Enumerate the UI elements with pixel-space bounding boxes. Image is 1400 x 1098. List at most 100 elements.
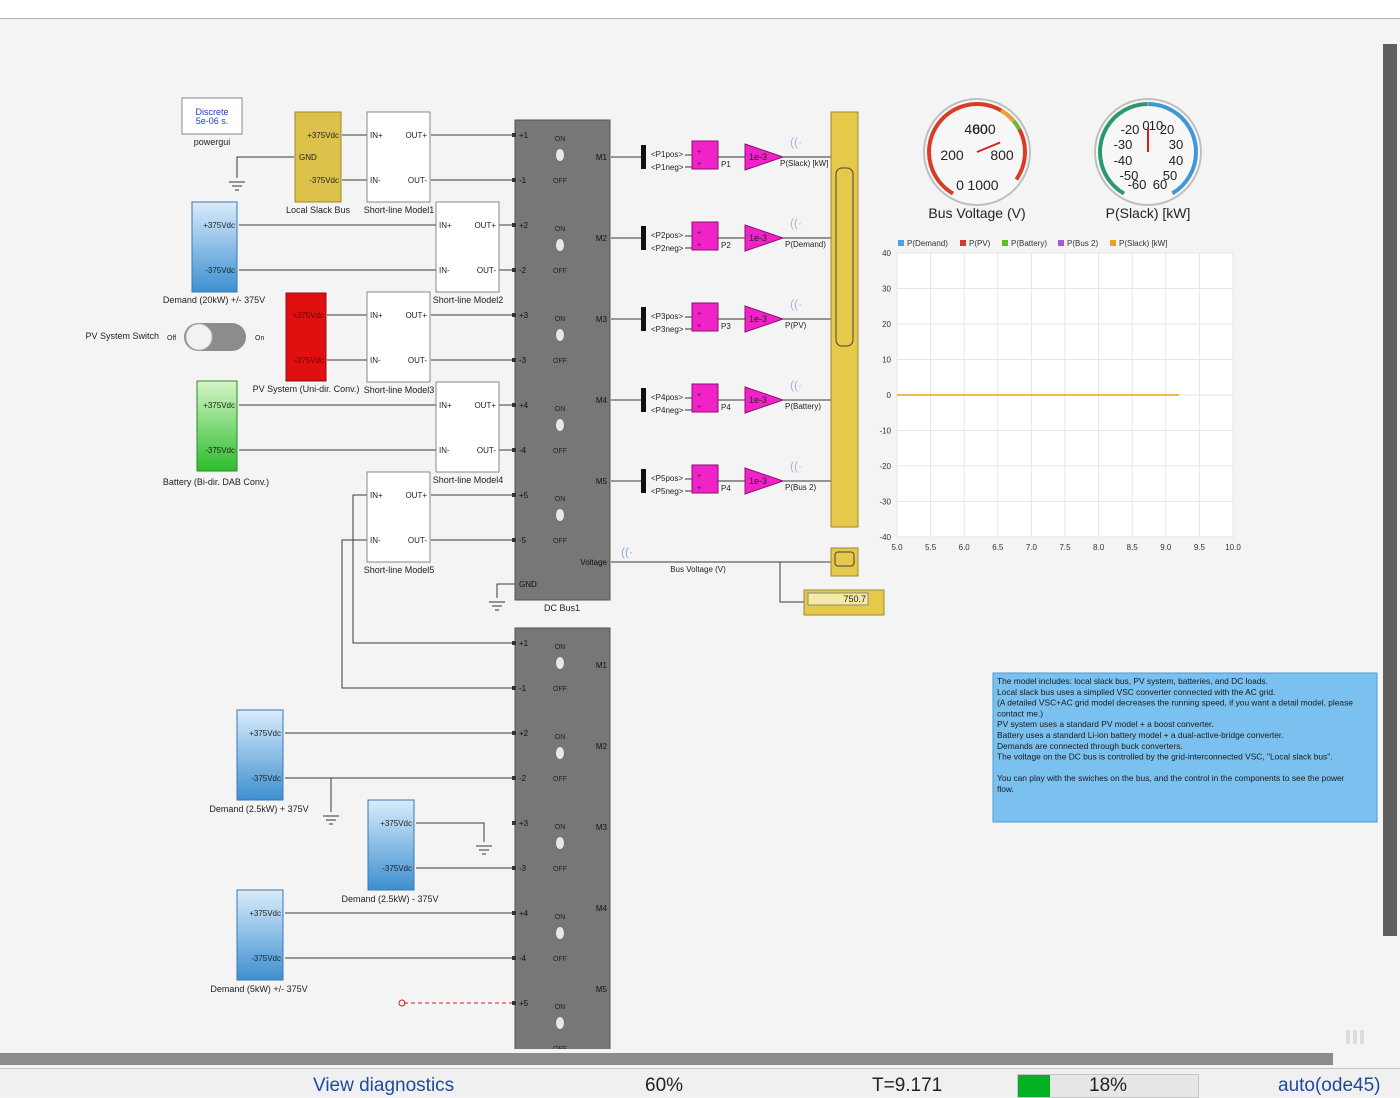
view-diagnostics-link[interactable]: View diagnostics xyxy=(313,1075,454,1097)
gauge-tick: -60 xyxy=(1128,177,1147,192)
p-slack-gauge[interactable]: -20 0 10 20 -30 30 -40 40 -50 50 -60 60 … xyxy=(1082,86,1213,221)
x-tick-label: 9.0 xyxy=(1160,543,1172,552)
switch-off-label: OFF xyxy=(553,776,567,783)
model-description-note[interactable]: The model includes: local slack bus, PV … xyxy=(992,672,1378,823)
bus-voltage-gauge[interactable]: 400 600 200 800 0 1000 Bus Voltage (V) xyxy=(909,84,1044,221)
bus-output-label: M4 xyxy=(596,396,608,405)
bus-voltage-scope-block[interactable] xyxy=(830,547,859,577)
x-tick-label: 7.5 xyxy=(1059,543,1071,552)
x-tick-label: 10.0 xyxy=(1225,543,1241,552)
signal-label: P(Slack) [kW] xyxy=(780,159,828,168)
x-tick-label: 6.0 xyxy=(959,543,971,552)
short-line-models: IN+ IN- OUT+ OUT- Short-line Model1 IN+ IN- OUT… xyxy=(364,111,504,575)
switch-on-label: ON xyxy=(555,136,566,143)
ground-symbol xyxy=(323,815,339,825)
demand-5kw-block[interactable]: +375Vdc -375Vdc Demand (5kW) +/- 375V xyxy=(210,889,308,994)
port-marker xyxy=(512,821,516,825)
switch-off-label: Off xyxy=(167,335,176,342)
vertical-scrollbar-thumb[interactable] xyxy=(1383,44,1397,936)
short-line-model-block[interactable]: IN+ IN- OUT+ OUT- Short-line Model1 xyxy=(364,111,435,215)
switch-off-label: OFF xyxy=(553,956,567,963)
y-tick-label: 20 xyxy=(882,320,891,329)
port-label: OUT+ xyxy=(405,131,427,140)
pv-system-switch[interactable]: PV System Switch Off On xyxy=(85,323,264,351)
signal-label: P(Battery) xyxy=(785,402,821,411)
port-label: OUT- xyxy=(477,266,496,275)
port-label: IN+ xyxy=(370,491,383,500)
note-line: You can play with the swiches on the bus… xyxy=(997,773,1345,783)
switch-toggle-icon xyxy=(556,747,564,759)
legend-swatch xyxy=(1058,240,1064,246)
signal-logging-icon: ((· xyxy=(621,545,633,559)
sum-sign: + xyxy=(697,311,701,318)
port-label: OUT- xyxy=(408,356,427,365)
sum-sign: + xyxy=(697,242,701,249)
port-label: -375Vdc xyxy=(205,446,235,455)
dc-bus1-block[interactable]: +1 -1 +2 -2 +3 -3 +4 -4 +5 -5 ON OFF ON OFF ON OFF ON OFF… xyxy=(512,119,611,613)
ground-symbol xyxy=(229,181,245,191)
block-body xyxy=(366,111,431,203)
bus-port-label: +3 xyxy=(519,819,529,828)
y-tick-label: 40 xyxy=(882,249,891,258)
switch-off-label: OFF xyxy=(553,358,567,365)
horizontal-scrollbar-thumb[interactable] xyxy=(0,1053,1333,1065)
short-line-model-block[interactable]: IN+ IN- OUT+ OUT- Short-line Model3 xyxy=(364,291,435,395)
note-line: Local slack bus uses a simplied VSC conv… xyxy=(997,687,1275,697)
bus-signal-label: <P2neg> xyxy=(651,244,684,253)
port-label: -375Vdc xyxy=(294,356,324,365)
powergui-block[interactable]: Discrete 5e-06 s. powergui xyxy=(181,97,243,147)
bus-selector-block xyxy=(641,388,646,412)
switch-toggle-icon xyxy=(556,419,564,431)
port-label: IN- xyxy=(439,446,450,455)
solver-link[interactable]: auto(ode45) xyxy=(1278,1075,1380,1097)
bus-signal-label: <P2pos> xyxy=(651,231,683,240)
short-line-model-block[interactable]: IN+ IN- OUT+ OUT- Short-line Model5 xyxy=(364,471,435,575)
legend-label: P(Bus 2) xyxy=(1067,239,1098,248)
demand-2-5kw-neg-block[interactable]: +375Vdc -375Vdc Demand (2.5kW) - 375V xyxy=(341,799,439,904)
switch-on-label: ON xyxy=(555,496,566,503)
demand-20kw-block[interactable]: +375Vdc -375Vdc Demand (20kW) +/- 375V xyxy=(163,201,265,305)
short-line-model-block[interactable]: IN+ IN- OUT+ OUT- Short-line Model2 xyxy=(433,201,504,305)
signal-logging-icon: ((· xyxy=(790,459,802,473)
model-canvas[interactable]: Discrete 5e-06 s. powergui +375Vdc GND -… xyxy=(0,19,1382,1049)
gauge-tick: 1000 xyxy=(967,177,998,193)
switch-on-label: ON xyxy=(555,734,566,741)
sum-sign: + xyxy=(697,323,701,330)
gauge-tick: -40 xyxy=(1114,153,1133,168)
gauge-title: Bus Voltage (V) xyxy=(928,205,1025,221)
battery-block[interactable]: +375Vdc -375Vdc Battery (Bi-dir. DAB Con… xyxy=(163,380,269,487)
bus-voltage-display-block[interactable]: 750.7 xyxy=(803,589,885,616)
port-label: -375Vdc xyxy=(309,176,339,185)
bus-port-label: -1 xyxy=(519,684,527,693)
y-tick-label: -20 xyxy=(879,462,891,471)
switch-toggle-icon xyxy=(556,837,564,849)
signal-label: P(PV) xyxy=(785,321,807,330)
sum-label: P3 xyxy=(721,322,731,331)
power-chart[interactable]: P(Demand) P(PV) P(Battery) P(Bus 2) P(Slack)… xyxy=(879,239,1241,552)
bus-signal-label: <P3neg> xyxy=(651,325,684,334)
local-slack-bus-block[interactable]: +375Vdc GND -375Vdc Local Slack Bus xyxy=(286,111,351,215)
pv-system-block[interactable]: +375Vdc -375Vdc PV System (Uni-dir. Conv… xyxy=(253,292,360,394)
bus-port-label: +1 xyxy=(519,131,529,140)
bus-port-label: -3 xyxy=(519,864,527,873)
switch-toggle-icon xyxy=(556,1017,564,1029)
port-label: -375Vdc xyxy=(251,774,281,783)
port-marker xyxy=(512,178,516,182)
port-label: IN- xyxy=(370,176,381,185)
block-name: Demand (20kW) +/- 375V xyxy=(163,295,265,305)
switch-off-label: OFF xyxy=(553,686,567,693)
signal-label: Bus Voltage (V) xyxy=(670,565,726,574)
bus-signal-label: <P4pos> xyxy=(651,393,683,402)
resize-grip-icon[interactable] xyxy=(1346,1030,1364,1044)
gain-value: 1e-3 xyxy=(749,314,767,324)
demand-2-5kw-pos-block[interactable]: +375Vdc -375Vdc Demand (2.5kW) + 375V xyxy=(209,709,309,814)
block-name: Demand (2.5kW) + 375V xyxy=(209,804,308,814)
short-line-model-block[interactable]: IN+ IN- OUT+ OUT- Short-line Model4 xyxy=(433,381,504,485)
switch-on-label: ON xyxy=(555,226,566,233)
signal-mux-block[interactable] xyxy=(830,111,859,528)
switch-off-label: OFF xyxy=(553,538,567,545)
port-label: -375Vdc xyxy=(251,954,281,963)
dc-bus2-block[interactable]: +1 -1 +2 -2 +3 -3 +4 -4 +5 ON OFF ON OFF ON OFF ON OFF ON… xyxy=(512,627,611,1049)
switch-off-label: OFF xyxy=(553,866,567,873)
measurement-row: <P1pos> <P1neg> + + P1 1e-3 ((· P(Slack) [kW] xyxy=(641,135,831,172)
